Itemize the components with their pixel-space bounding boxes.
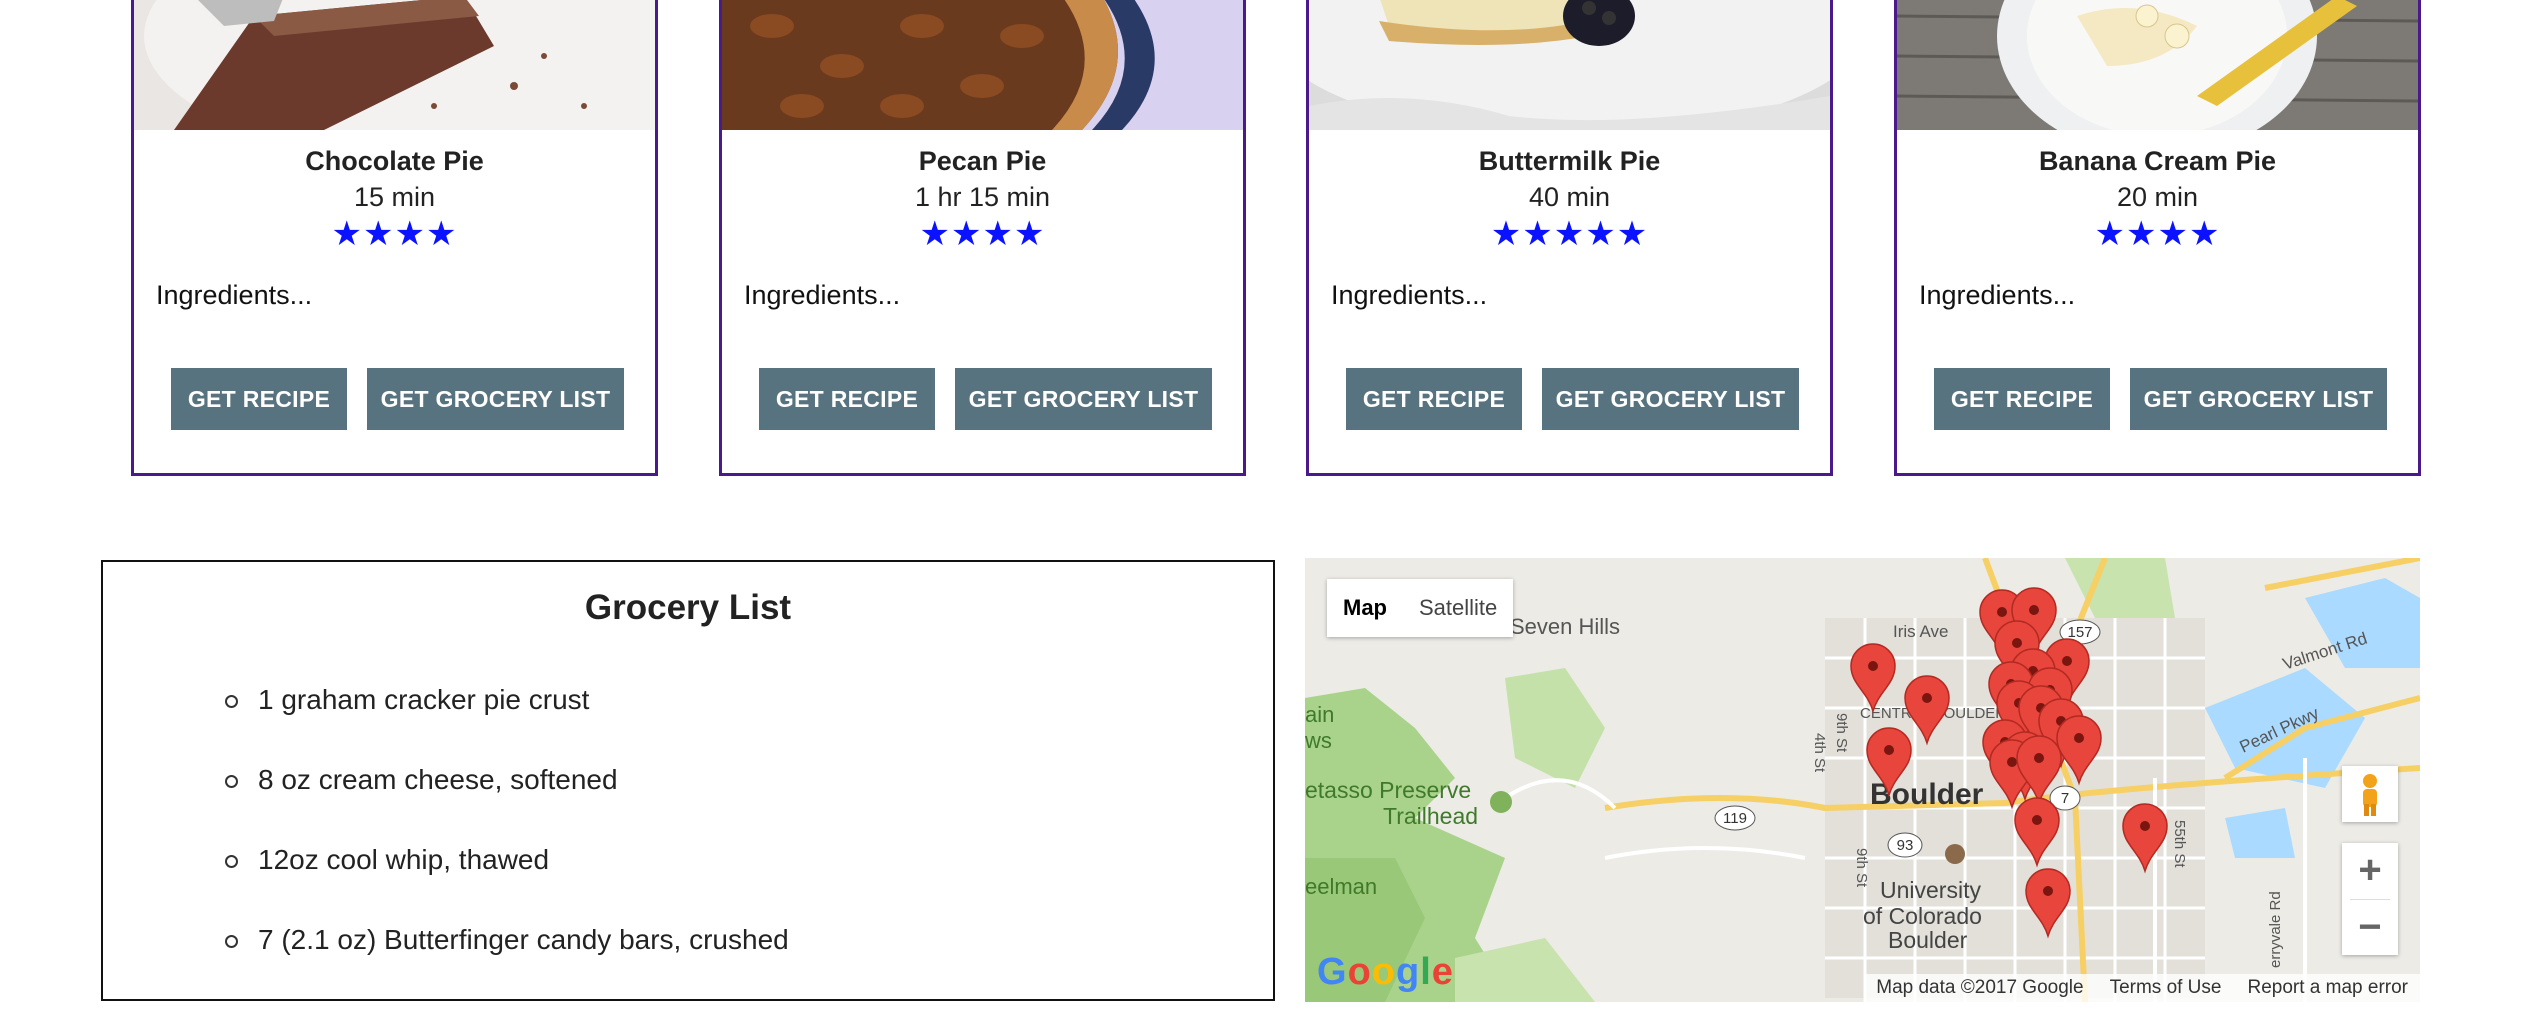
pie-image — [722, 0, 1243, 130]
map-pin-dot — [2007, 757, 2017, 767]
map-footer: Map data ©2017 Google Terms of Use Repor… — [1864, 974, 2420, 1002]
google-logo: Google — [1317, 951, 1454, 993]
route-shield: 7 — [2061, 790, 2069, 807]
zoom-in-button[interactable]: + — [2342, 843, 2398, 899]
map-pin-dot — [1868, 661, 1878, 671]
map-pin-dot — [2140, 821, 2150, 831]
grocery-item: 7 (2.1 oz) Butterfinger candy bars, crus… — [225, 920, 789, 1000]
rating-stars-icon: ★★★★ — [2094, 215, 2221, 253]
card-time: 20 min — [2116, 182, 2199, 212]
map-pin-dot — [2032, 815, 2042, 825]
map-label: 9th St — [1853, 848, 1870, 888]
recipe-card: Chocolate Pie 15 min ★★★★ Ingredients...… — [131, 0, 658, 476]
get-recipe-button[interactable]: GET RECIPE — [171, 368, 347, 430]
card-ingredients: Ingredients... — [744, 280, 901, 310]
grocery-items: 1 graham cracker pie crust 8 oz cream ch… — [225, 680, 789, 1000]
card-title: Chocolate Pie — [305, 146, 484, 176]
get-recipe-button[interactable]: GET RECIPE — [1934, 368, 2110, 430]
card-ingredients: Ingredients... — [1331, 280, 1488, 310]
card-time: 40 min — [1528, 182, 1611, 212]
card-time: 15 min — [353, 182, 436, 212]
map-type-control: Map Satellite — [1327, 579, 1514, 637]
map-label: erryvale Rd — [2267, 891, 2284, 968]
get-grocery-list-button[interactable]: GET GROCERY LIST — [2130, 368, 2387, 430]
pie-image — [1897, 0, 2418, 130]
recipe-cards: Chocolate Pie 15 min ★★★★ Ingredients...… — [0, 0, 2540, 480]
grocery-item: 1 graham cracker pie crust — [225, 680, 789, 760]
card-time: 1 hr 15 min — [914, 182, 1051, 212]
map-type-satellite-button[interactable]: Satellite — [1403, 579, 1513, 637]
route-shield: 119 — [1723, 810, 1747, 827]
map-pin-dot — [1922, 693, 1932, 703]
zoom-out-button[interactable]: − — [2342, 900, 2398, 956]
grocery-item: 8 oz cream cheese, softened — [225, 760, 789, 840]
map-label: Iris Ave — [1893, 622, 1948, 641]
route-shield: 157 — [2067, 624, 2092, 641]
route-shield: 93 — [1897, 837, 1914, 854]
map-widget[interactable]: Seven Hills Iris Ave CENTRAL BOULDER Bou… — [1305, 558, 2420, 1002]
get-recipe-button[interactable]: GET RECIPE — [1346, 368, 1522, 430]
card-title: Pecan Pie — [918, 146, 1047, 176]
map-label: Seven Hills — [1510, 614, 1620, 639]
map-type-map-button[interactable]: Map — [1327, 579, 1403, 637]
grocery-item: 12oz cool whip, thawed — [225, 840, 789, 920]
map-pin-dot — [2043, 886, 2053, 896]
map-label: ain — [1305, 702, 1334, 727]
card-title: Buttermilk Pie — [1478, 146, 1661, 176]
pie-image — [1309, 0, 1830, 130]
map-label: etasso Preserve — [1305, 777, 1471, 803]
rating-stars-icon: ★★★★★ — [1490, 215, 1649, 253]
report-map-error-link[interactable]: Report a map error — [2247, 974, 2408, 1002]
map-pin-dot — [1997, 607, 2007, 617]
get-grocery-list-button[interactable]: GET GROCERY LIST — [1542, 368, 1799, 430]
map-label: 4th St — [1811, 733, 1828, 773]
map-pin-dot — [2012, 638, 2022, 648]
map-label: of Colorado — [1863, 903, 1982, 929]
map-label: eelman — [1305, 874, 1377, 899]
map-label: 9th St — [1833, 713, 1850, 753]
map-label: University — [1880, 877, 1981, 903]
recipe-card: Buttermilk Pie 40 min ★★★★★ Ingredients.… — [1306, 0, 1833, 476]
card-ingredients: Ingredients... — [1919, 280, 2076, 310]
map-pin-dot — [2034, 753, 2044, 763]
map-pin-dot — [2062, 656, 2072, 666]
map-pin-dot — [1884, 745, 1894, 755]
map-label: Trailhead — [1383, 803, 1478, 829]
map-pin-dot — [2074, 733, 2084, 743]
map-data-attribution: Map data ©2017 Google — [1876, 977, 2084, 998]
pie-image — [134, 0, 655, 130]
recipe-card: Pecan Pie 1 hr 15 min ★★★★ Ingredients..… — [719, 0, 1246, 476]
grocery-list-panel: Grocery List 1 graham cracker pie crust … — [101, 560, 1275, 1001]
map-label: 55th St — [2171, 820, 2188, 868]
card-title: Banana Cream Pie — [2038, 146, 2277, 176]
get-recipe-button[interactable]: GET RECIPE — [759, 368, 935, 430]
terms-of-use-link[interactable]: Terms of Use — [2110, 974, 2222, 1002]
recipe-card: Banana Cream Pie 20 min ★★★★ Ingredients… — [1894, 0, 2421, 476]
map-label: ws — [1305, 728, 1332, 753]
map-pin-dot — [2029, 605, 2039, 615]
get-grocery-list-button[interactable]: GET GROCERY LIST — [367, 368, 624, 430]
map-label: Boulder — [1888, 927, 1968, 953]
rating-stars-icon: ★★★★ — [919, 215, 1046, 253]
grocery-list-title: Grocery List — [584, 588, 792, 627]
rating-stars-icon: ★★★★ — [331, 215, 458, 253]
card-ingredients: Ingredients... — [156, 280, 313, 310]
zoom-control: + − — [2342, 843, 2398, 955]
street-view-pegman-icon[interactable] — [2342, 766, 2398, 822]
get-grocery-list-button[interactable]: GET GROCERY LIST — [955, 368, 1212, 430]
